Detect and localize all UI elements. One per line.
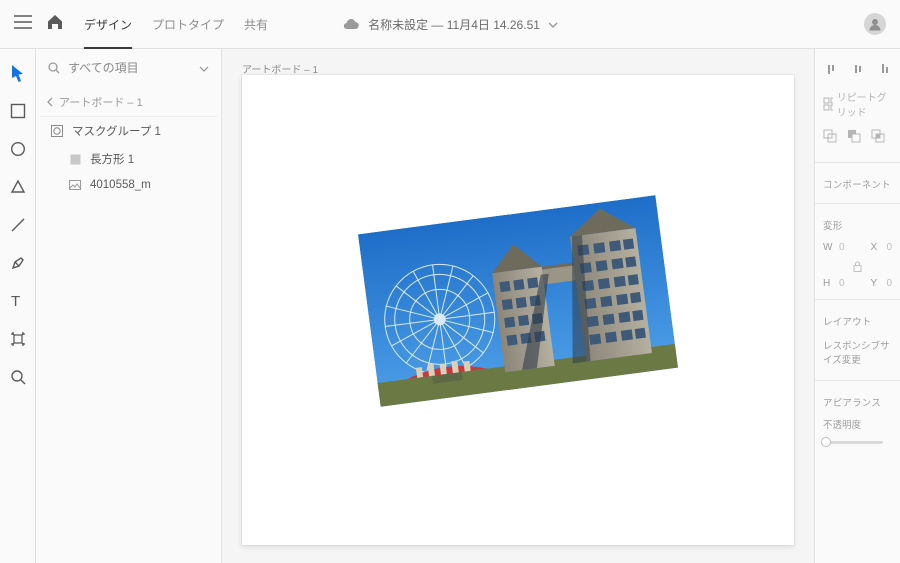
layer-row-image[interactable]: 4010558_m	[40, 173, 217, 197]
align-controls	[823, 59, 892, 83]
layer-label: 4010558_m	[90, 179, 151, 191]
masked-image[interactable]	[358, 195, 678, 407]
transform-w-row[interactable]: W 0 X 0	[823, 240, 892, 255]
layer-row-mask[interactable]: マスクグループ 1	[40, 117, 217, 145]
tab-design[interactable]: デザイン	[84, 0, 132, 48]
rectangle-tool-icon[interactable]	[8, 101, 28, 121]
search-placeholder: すべての項目	[68, 59, 139, 76]
cloud-icon	[342, 18, 360, 30]
artboard-label[interactable]: アートボード – 1	[242, 61, 318, 76]
inspector-panel: リピートグリッド コンポーネント 変形 W 0 X 0 H 0 Y 0 レイアウ…	[814, 49, 900, 563]
artboard-tool-icon[interactable]	[8, 329, 28, 349]
bool-subtract-icon[interactable]	[847, 129, 861, 146]
breadcrumb-label: アートボード – 1	[59, 94, 143, 110]
responsive-resize-label: レスポンシブサイズ変更	[823, 336, 892, 372]
doc-title-text: 名称未設定 — 11月4日 14.26.51	[368, 16, 540, 33]
transform-section-title: 変形	[823, 212, 892, 236]
search-icon	[48, 62, 60, 74]
w-value: 0	[839, 242, 845, 253]
h-label: H	[823, 278, 833, 289]
align-middle-icon[interactable]	[850, 61, 865, 77]
select-tool-icon[interactable]	[8, 63, 28, 83]
repeat-grid-button[interactable]: リピートグリッド	[823, 87, 892, 125]
home-icon[interactable]	[46, 14, 64, 35]
building-photo	[358, 195, 678, 407]
boolean-ops	[823, 129, 892, 154]
layer-label: マスクグループ 1	[72, 123, 161, 139]
artboard[interactable]	[242, 75, 794, 545]
w-label: W	[823, 242, 833, 253]
layout-section-title: レイアウト	[823, 308, 892, 332]
bool-intersect-icon[interactable]	[871, 129, 885, 146]
tool-rail: T	[0, 49, 36, 563]
mask-group-icon	[50, 125, 64, 137]
tab-prototype[interactable]: プロトタイプ	[152, 0, 224, 48]
zoom-tool-icon[interactable]	[8, 367, 28, 387]
text-tool-icon[interactable]: T	[8, 291, 28, 311]
pen-tool-icon[interactable]	[8, 253, 28, 273]
x-value: 0	[886, 242, 892, 253]
layer-label: 長方形 1	[90, 151, 134, 167]
component-section-title: コンポーネント	[823, 171, 892, 195]
appearance-section-title: アピアランス	[823, 389, 892, 413]
repeat-grid-label: リピートグリッド	[837, 89, 892, 119]
ellipse-tool-icon[interactable]	[8, 139, 28, 159]
layer-row-rect[interactable]: 長方形 1	[40, 145, 217, 173]
align-top-icon[interactable]	[823, 61, 838, 77]
avatar[interactable]	[864, 13, 886, 35]
align-bottom-icon[interactable]	[877, 61, 892, 77]
x-label: X	[870, 242, 880, 253]
hamburger-icon[interactable]	[14, 15, 32, 34]
opacity-slider-thumb[interactable]	[821, 437, 831, 447]
h-value: 0	[839, 278, 845, 289]
chevron-left-icon	[46, 97, 53, 107]
bool-add-icon[interactable]	[823, 129, 837, 146]
lock-aspect-icon[interactable]	[823, 259, 892, 272]
topbar: デザイン プロトタイプ 共有 名称未設定 — 11月4日 14.26.51	[0, 0, 900, 49]
repeat-grid-icon	[823, 97, 833, 111]
layers-panel: すべての項目 アートボード – 1 マスクグループ 1 長方形 1	[36, 49, 222, 563]
image-icon	[68, 180, 82, 190]
top-tabs: デザイン プロトタイプ 共有	[84, 0, 268, 48]
line-tool-icon[interactable]	[8, 215, 28, 235]
svg-text:T: T	[11, 294, 20, 308]
polygon-tool-icon[interactable]	[8, 177, 28, 197]
opacity-label: 不透明度	[823, 417, 892, 431]
document-title[interactable]: 名称未設定 — 11月4日 14.26.51	[342, 16, 558, 33]
canvas[interactable]: アートボード – 1	[222, 49, 814, 563]
y-label: Y	[870, 278, 880, 289]
rectangle-icon	[68, 154, 82, 165]
chevron-down-icon	[548, 17, 558, 31]
layers-search[interactable]: すべての項目	[36, 49, 221, 86]
tab-share[interactable]: 共有	[244, 0, 268, 48]
opacity-slider[interactable]	[823, 441, 883, 444]
chevron-down-icon	[199, 61, 209, 75]
breadcrumb[interactable]: アートボード – 1	[40, 88, 217, 117]
transform-h-row[interactable]: H 0 Y 0	[823, 276, 892, 291]
y-value: 0	[886, 278, 892, 289]
